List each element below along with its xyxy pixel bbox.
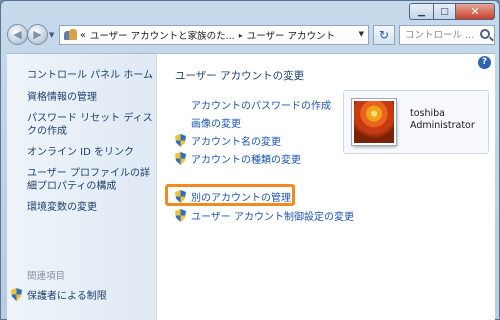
refresh-icon: ↻ xyxy=(378,28,390,42)
sidebar-control-panel-home[interactable]: コントロール パネル ホーム xyxy=(27,66,153,81)
sidebar-item-manage-credentials[interactable]: 資格情報の管理 xyxy=(27,91,155,104)
task-label: 画像の変更 xyxy=(191,119,241,130)
sidebar-item-label: 保護者による制限 xyxy=(27,291,107,302)
uac-shield-icon xyxy=(175,152,186,165)
sidebar-item-password-reset-disk[interactable]: パスワード リセット ディスクの作成 xyxy=(27,112,155,138)
sidebar-item-advanced-profile-properties[interactable]: ユーザー プロファイルの詳細プロパティの構成 xyxy=(27,167,155,193)
task-manage-another-account[interactable]: 別のアカウントの管理 xyxy=(175,189,291,204)
uac-shield-icon xyxy=(11,288,22,301)
task-change-account-name[interactable]: アカウント名の変更 xyxy=(175,133,281,148)
sidebar-item-parental-controls[interactable]: 保護者による制限 xyxy=(11,287,107,302)
task-change-uac-settings[interactable]: ユーザー アカウント制御設定の変更 xyxy=(175,208,354,223)
search-icon[interactable] xyxy=(480,29,490,39)
address-dropdown-icon[interactable]: ▼ xyxy=(359,30,364,38)
page-title: ユーザー アカウントの変更 xyxy=(175,70,305,82)
uac-shield-icon xyxy=(175,209,186,222)
control-panel-window: ▁ □ ✕ ◀ ▶ ▼ « ユーザー アカウントと家族のた... ▸ ユーザー … xyxy=(0,0,500,320)
task-change-picture[interactable]: 画像の変更 xyxy=(175,115,241,130)
sidebar: コントロール パネル ホーム 資格情報の管理 パスワード リセット ディスクの作… xyxy=(7,54,157,320)
forward-arrow-icon[interactable]: ▶ xyxy=(27,24,48,45)
task-label: アカウントの種類の変更 xyxy=(191,155,301,166)
caption-buttons: ▁ □ ✕ xyxy=(409,3,495,20)
search-input[interactable] xyxy=(405,29,479,41)
sidebar-task-list: 資格情報の管理 パスワード リセット ディスクの作成 オンライン ID をリンク… xyxy=(27,91,155,222)
recent-pages-dropdown-icon[interactable]: ▼ xyxy=(49,31,54,39)
search-box[interactable] xyxy=(399,25,495,45)
task-label: ユーザー アカウント制御設定の変更 xyxy=(191,212,354,223)
uac-shield-icon xyxy=(175,190,186,203)
breadcrumb-user-accounts-family[interactable]: ユーザー アカウントと家族のた... xyxy=(90,28,235,42)
content-area: コントロール パネル ホーム 資格情報の管理 パスワード リセット ディスクの作… xyxy=(7,53,495,320)
sidebar-related-heading: 関連項目 xyxy=(27,271,66,282)
address-overflow-chevron[interactable]: « xyxy=(80,30,86,41)
breadcrumb-separator-icon[interactable]: ▸ xyxy=(239,31,243,40)
user-accounts-icon xyxy=(64,29,77,41)
breadcrumb-user-accounts[interactable]: ユーザー アカウント xyxy=(247,28,335,42)
sidebar-item-link-online-id[interactable]: オンライン ID をリンク xyxy=(27,146,155,159)
task-change-account-type[interactable]: アカウントの種類の変更 xyxy=(175,151,301,166)
avatar[interactable] xyxy=(352,99,396,145)
uac-shield-icon xyxy=(175,134,186,147)
account-name: toshiba xyxy=(410,108,445,119)
account-type: Administrator xyxy=(410,120,475,131)
help-icon[interactable]: ? xyxy=(478,56,491,69)
task-label: アカウント名の変更 xyxy=(191,137,281,148)
back-arrow-icon[interactable]: ◀ xyxy=(7,24,28,45)
refresh-button[interactable]: ↻ xyxy=(373,25,395,45)
account-card: toshiba Administrator xyxy=(343,90,489,154)
task-label: 別のアカウントの管理 xyxy=(191,193,291,204)
task-create-password[interactable]: アカウントのパスワードの作成 xyxy=(175,97,331,112)
minimize-button[interactable]: ▁ xyxy=(409,3,433,20)
maximize-button[interactable]: □ xyxy=(433,3,455,20)
close-button[interactable]: ✕ xyxy=(455,3,495,20)
task-label: アカウントのパスワードの作成 xyxy=(191,101,331,112)
navigation-bar: ◀ ▶ ▼ « ユーザー アカウントと家族のた... ▸ ユーザー アカウント … xyxy=(7,23,495,47)
address-bar[interactable]: « ユーザー アカウントと家族のた... ▸ ユーザー アカウント ▼ xyxy=(59,25,369,45)
sidebar-item-environment-variables[interactable]: 環境変数の変更 xyxy=(27,201,155,214)
